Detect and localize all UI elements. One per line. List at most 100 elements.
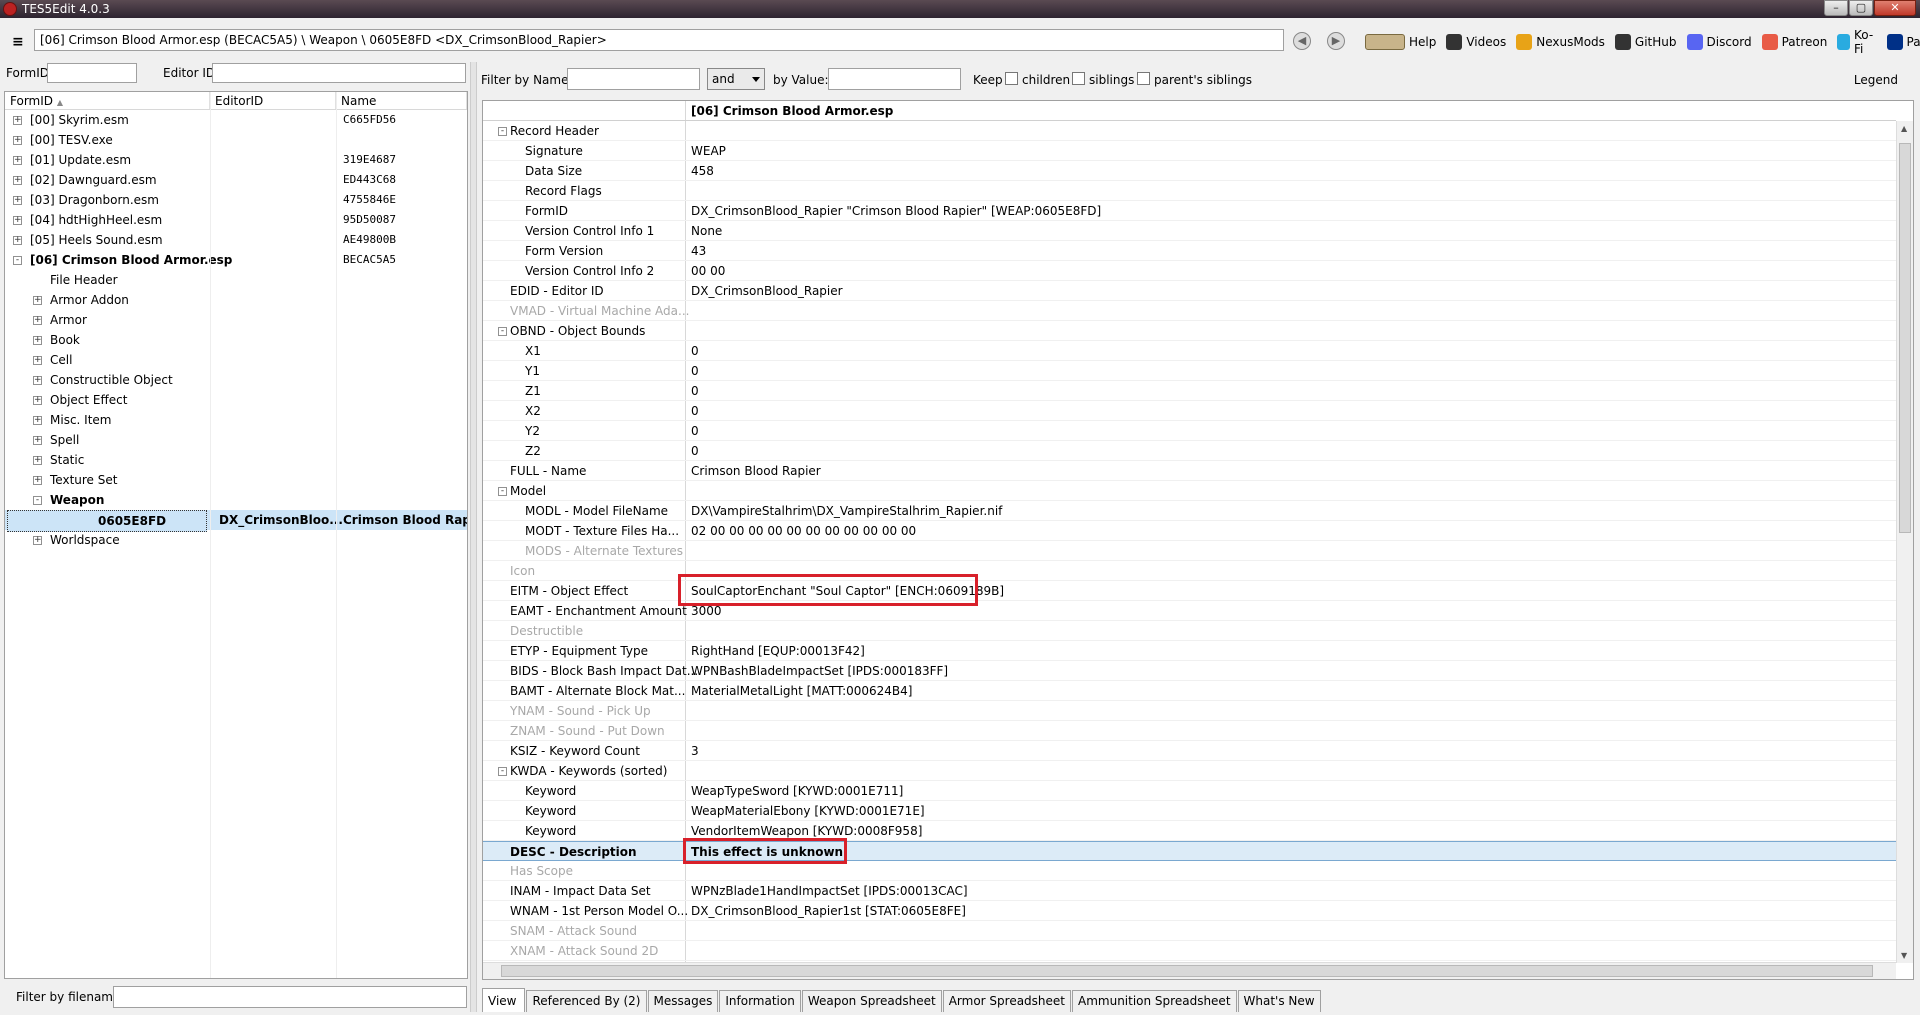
- record-field-row[interactable]: BIDS - Block Bash Impact Dat... WPNBashBl…: [483, 661, 1896, 681]
- scroll-up-icon[interactable]: ▲: [1901, 124, 1907, 133]
- collapse-icon[interactable]: -: [13, 256, 22, 265]
- record-field-row[interactable]: WNAM - 1st Person Model O... DX_CrimsonBl…: [483, 901, 1896, 921]
- record-field-row[interactable]: ZNAM - Sound - Put Down: [483, 721, 1896, 741]
- tree-node[interactable]: + Static: [5, 450, 467, 470]
- expand-icon[interactable]: +: [13, 116, 22, 125]
- expand-icon[interactable]: +: [13, 176, 22, 185]
- expand-icon[interactable]: +: [33, 336, 42, 345]
- filter-operator-select[interactable]: and: [707, 68, 765, 90]
- field-value[interactable]: 0: [691, 381, 699, 401]
- menu-icon[interactable]: ≡: [12, 34, 24, 50]
- tab-armor-spreadsheet[interactable]: Armor Spreadsheet: [942, 990, 1071, 1012]
- link-videos[interactable]: Videos: [1446, 34, 1506, 50]
- record-field-row[interactable]: SNAM - Attack Sound: [483, 921, 1896, 941]
- horizontal-scrollbar[interactable]: [483, 962, 1896, 979]
- tree-node[interactable]: + Armor: [5, 310, 467, 330]
- field-value[interactable]: WeapTypeSword [KYWD:0001E711]: [691, 781, 903, 801]
- panel-splitter[interactable]: [470, 62, 477, 1012]
- keep-children-checkbox[interactable]: [1005, 72, 1018, 85]
- field-value[interactable]: 458: [691, 161, 714, 181]
- field-value[interactable]: WPNzBlade1HandImpactSet [IPDS:00013CAC]: [691, 881, 968, 901]
- record-field-row[interactable]: MODS - Alternate Textures: [483, 541, 1896, 561]
- field-value[interactable]: WeapMaterialEbony [KYWD:0001E71E]: [691, 801, 925, 821]
- record-field-row[interactable]: EAMT - Enchantment Amount 3000: [483, 601, 1896, 621]
- expand-icon[interactable]: +: [13, 196, 22, 205]
- field-value[interactable]: 0: [691, 401, 699, 421]
- record-field-row[interactable]: Z1 0: [483, 381, 1896, 401]
- record-field-row[interactable]: EDID - Editor ID DX_CrimsonBlood_Rapier: [483, 281, 1896, 301]
- tree-node[interactable]: + [00] Skyrim.esm C665FD56: [5, 110, 467, 130]
- field-value[interactable]: 0: [691, 341, 699, 361]
- link-patreon[interactable]: Patreon: [1761, 34, 1827, 50]
- collapse-icon[interactable]: -: [498, 327, 507, 336]
- minimize-button[interactable]: –: [1824, 0, 1848, 16]
- tab-referenced-by-2[interactable]: Referenced By (2): [526, 990, 647, 1012]
- expand-icon[interactable]: +: [33, 396, 42, 405]
- link-github[interactable]: GitHub: [1614, 34, 1677, 50]
- record-field-row[interactable]: - OBND - Object Bounds: [483, 321, 1896, 341]
- expand-icon[interactable]: +: [33, 296, 42, 305]
- field-value[interactable]: DX_CrimsonBlood_Rapier1st [STAT:0605E8FE…: [691, 901, 966, 921]
- record-field-row[interactable]: Signature WEAP: [483, 141, 1896, 161]
- tree-node[interactable]: + Spell: [5, 430, 467, 450]
- expand-icon[interactable]: +: [13, 236, 22, 245]
- record-view-grid[interactable]: [06] Crimson Blood Armor.esp - Record Hea…: [482, 100, 1914, 980]
- record-field-row[interactable]: Keyword WeapTypeSword [KYWD:0001E711]: [483, 781, 1896, 801]
- tree-node[interactable]: + [02] Dawnguard.esm ED443C68: [5, 170, 467, 190]
- record-field-row[interactable]: - Record Header: [483, 121, 1896, 141]
- collapse-icon[interactable]: -: [33, 496, 42, 505]
- record-field-row[interactable]: KSIZ - Keyword Count 3: [483, 741, 1896, 761]
- filter-value-input[interactable]: [828, 68, 961, 90]
- expand-icon[interactable]: +: [13, 216, 22, 225]
- tab-weapon-spreadsheet[interactable]: Weapon Spreadsheet: [801, 990, 942, 1012]
- field-value[interactable]: DX_CrimsonBlood_Rapier "Crimson Blood Ra…: [691, 201, 1101, 221]
- field-value[interactable]: 43: [691, 241, 706, 261]
- tree-node[interactable]: File Header: [5, 270, 467, 290]
- close-button[interactable]: ✕: [1874, 0, 1916, 16]
- field-value[interactable]: 3000: [691, 601, 722, 621]
- record-field-row[interactable]: Form Version 43: [483, 241, 1896, 261]
- col-formid[interactable]: FormID ▲: [5, 92, 210, 109]
- expand-icon[interactable]: +: [33, 536, 42, 545]
- tree-node[interactable]: + Texture Set: [5, 470, 467, 490]
- record-field-row[interactable]: XNAM - Attack Sound 2D: [483, 941, 1896, 961]
- link-paypal[interactable]: PayPal: [1886, 34, 1920, 50]
- record-field-row[interactable]: Version Control Info 1 None: [483, 221, 1896, 241]
- filter-filename-input[interactable]: [113, 986, 467, 1008]
- tab-view[interactable]: View: [482, 988, 526, 1012]
- keep-parents-siblings-checkbox[interactable]: [1137, 72, 1150, 85]
- hscroll-thumb[interactable]: [501, 965, 1873, 977]
- tree-node[interactable]: + Constructible Object: [5, 370, 467, 390]
- field-value[interactable]: RightHand [EQUP:00013F42]: [691, 641, 865, 661]
- record-field-row[interactable]: Keyword WeapMaterialEbony [KYWD:0001E71E]: [483, 801, 1896, 821]
- expand-icon[interactable]: +: [33, 376, 42, 385]
- record-field-row[interactable]: Z2 0: [483, 441, 1896, 461]
- link-discord[interactable]: Discord: [1686, 34, 1752, 50]
- tree-node[interactable]: + Worldspace: [5, 530, 467, 550]
- field-value[interactable]: 00 00: [691, 261, 725, 281]
- expand-icon[interactable]: +: [33, 356, 42, 365]
- record-path-field[interactable]: [06] Crimson Blood Armor.esp (BECAC5A5) …: [34, 29, 1284, 51]
- record-field-row[interactable]: Record Flags: [483, 181, 1896, 201]
- field-value[interactable]: DX\VampireStalhrim\DX_VampireStalhrim_Ra…: [691, 501, 1002, 521]
- record-field-row[interactable]: Y1 0: [483, 361, 1896, 381]
- expand-icon[interactable]: +: [13, 156, 22, 165]
- field-value[interactable]: None: [691, 221, 722, 241]
- tree-node[interactable]: + [01] Update.esm 319E4687: [5, 150, 467, 170]
- field-value[interactable]: 3: [691, 741, 699, 761]
- field-value[interactable]: WPNBashBladeImpactSet [IPDS:000183FF]: [691, 661, 948, 681]
- expand-icon[interactable]: +: [33, 436, 42, 445]
- filter-name-input[interactable]: [567, 68, 700, 90]
- col-name[interactable]: Name: [336, 92, 467, 109]
- record-field-row[interactable]: - Model: [483, 481, 1896, 501]
- record-field-row[interactable]: X1 0: [483, 341, 1896, 361]
- scroll-down-icon[interactable]: ▼: [1901, 951, 1907, 960]
- record-field-row[interactable]: VMAD - Virtual Machine Ada...: [483, 301, 1896, 321]
- collapse-icon[interactable]: -: [498, 487, 507, 496]
- legend-button[interactable]: Legend: [1854, 73, 1898, 87]
- tree-node[interactable]: + Object Effect: [5, 390, 467, 410]
- tree-node[interactable]: + Misc. Item: [5, 410, 467, 430]
- record-field-row[interactable]: MODT - Texture Files Ha... 02 00 00 00 00…: [483, 521, 1896, 541]
- tree-node[interactable]: + [00] TESV.exe: [5, 130, 467, 150]
- formid-input[interactable]: [47, 63, 137, 83]
